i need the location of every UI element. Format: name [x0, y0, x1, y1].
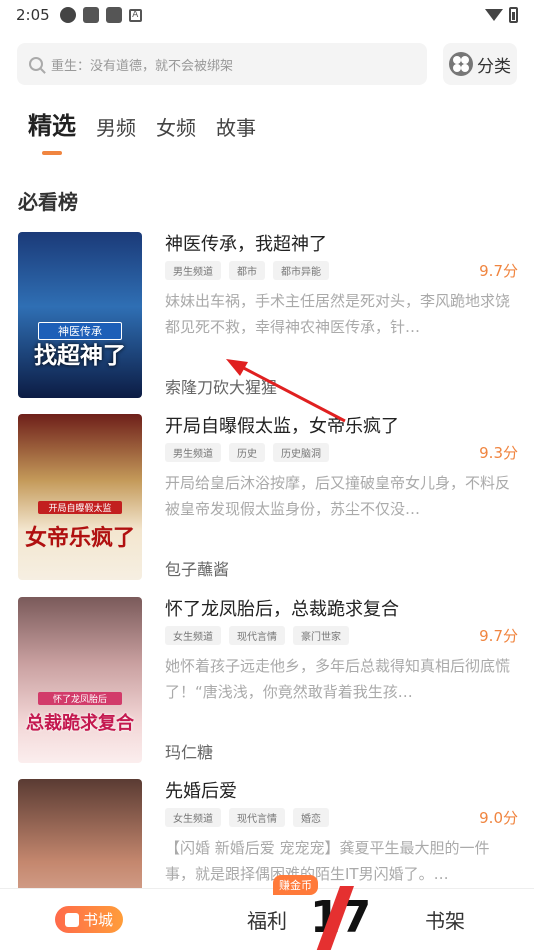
book-author: 索隆刀砍大猩猩 [165, 378, 278, 397]
tab-stories[interactable]: 故事 [216, 112, 256, 141]
book-tag: 豪门世家 [293, 625, 349, 645]
battery-icon [509, 7, 518, 23]
search-placeholder: 重生：没有道德，就不会被绑架 [51, 58, 234, 74]
book-tag: 都市异能 [273, 260, 329, 280]
category-button[interactable]: 分类 [443, 43, 517, 85]
nav-welfare-label: 福利 [247, 909, 287, 933]
book-score: 9.3分 [479, 443, 518, 462]
book-title: 神医传承，我超神了 [165, 234, 327, 255]
book-tag: 都市 [229, 260, 265, 280]
book-item[interactable]: 神医传承 找超神了 神医传承，我超神了 男生频道 都市 都市异能 9.7分 妹妹… [18, 232, 518, 400]
book-score: 9.7分 [479, 261, 518, 280]
book-score: 9.0分 [479, 808, 518, 827]
book-tag: 男生频道 [165, 260, 221, 280]
nav-shelf-label: 书架 [425, 909, 465, 933]
book-description: 妹妹出车祸，手术主任居然是死对头，李风跪地求饶都见死不救，幸得神农神医传承，针… [165, 292, 511, 336]
book-tag: 女生频道 [165, 807, 221, 827]
book-cover: 怀了龙凤胎后 总裁跪求复合 [18, 597, 142, 763]
wifi-icon [485, 9, 503, 21]
nav-bookstore[interactable]: 书城 [0, 906, 178, 933]
a-notification-icon: A [128, 8, 142, 22]
bookstore-icon [64, 912, 79, 927]
tab-female[interactable]: 女频 [156, 112, 196, 141]
book-title: 怀了龙凤胎后，总裁跪求复合 [165, 599, 399, 620]
book-tag: 现代言情 [229, 807, 285, 827]
book-tag: 女生频道 [165, 625, 221, 645]
app-notification-icon [82, 7, 99, 23]
watermark-logo: 17 [306, 886, 371, 950]
book-item[interactable]: 开局自曝假太监 女帝乐疯了 开局自曝假太监，女帝乐疯了 男生频道 历史 历史脑洞… [18, 414, 518, 582]
status-time: 2:05 [16, 6, 50, 24]
book-tag: 男生频道 [165, 442, 221, 462]
app-notification-icon [105, 7, 122, 23]
book-title: 开局自曝假太监，女帝乐疯了 [165, 416, 399, 437]
tab-male[interactable]: 男频 [96, 112, 136, 141]
book-item[interactable]: 怀了龙凤胎后 总裁跪求复合 怀了龙凤胎后，总裁跪求复合 女生频道 现代言情 豪门… [18, 597, 518, 765]
book-score: 9.7分 [479, 626, 518, 645]
search-icon [29, 57, 43, 71]
category-icon [449, 52, 473, 76]
book-author: 包子蘸酱 [165, 560, 230, 579]
section-title: 必看榜 [18, 190, 78, 214]
tab-featured[interactable]: 精选 [28, 106, 76, 141]
category-label: 分类 [477, 56, 511, 77]
channel-tabs: 精选 男频 女频 故事 [28, 106, 256, 141]
book-tag: 婚恋 [293, 807, 329, 827]
book-author: 玛仁糖 [165, 743, 214, 762]
book-tag: 历史脑洞 [273, 442, 329, 462]
nav-shelf[interactable]: 书架 [356, 905, 534, 934]
book-description: 开局给皇后沐浴按摩，后又撞破皇帝女儿身，不料反被皇帝发现假太监身份，苏尘不仅没… [165, 474, 511, 518]
book-description: 她怀着孩子远走他乡，多年后总裁得知真相后彻底慌了！“唐浅浅，你竟然敢背着我生孩… [165, 657, 511, 701]
search-row: 重生：没有道德，就不会被绑架 分类 [17, 43, 517, 85]
book-description: 【闪婚 新婚后爱 宠宠宠】龚夏平生最大胆的一件事，就是跟择偶困难的陌生IT男闪婚… [165, 839, 490, 883]
nav-bookstore-label: 书城 [82, 911, 113, 929]
book-cover: 开局自曝假太监 女帝乐疯了 [18, 414, 142, 580]
bottom-nav: 书城 赚金币 福利 书架 [0, 875, 534, 950]
book-cover: 神医传承 找超神了 [18, 232, 142, 398]
app-notification-icon [59, 7, 76, 23]
book-tag: 历史 [229, 442, 265, 462]
book-title: 先婚后爱 [165, 781, 237, 802]
book-tag: 现代言情 [229, 625, 285, 645]
status-bar: 2:05 A [0, 0, 534, 30]
search-input[interactable]: 重生：没有道德，就不会被绑架 [17, 43, 427, 85]
